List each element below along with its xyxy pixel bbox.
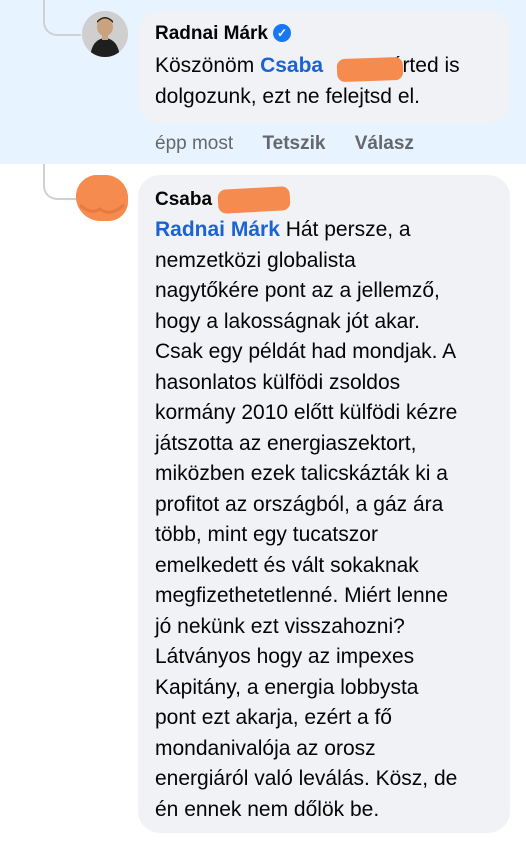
avatar[interactable]	[82, 11, 128, 57]
comment-author-name[interactable]: Csaba	[155, 189, 212, 211]
reply-button[interactable]: Válasz	[355, 133, 414, 154]
verified-badge-icon: ✓	[272, 24, 291, 42]
like-button[interactable]: Tetszik	[262, 133, 325, 154]
reply-author-label[interactable]: Radnai Márk	[155, 23, 268, 44]
reply-mention-link[interactable]: Csaba	[260, 54, 323, 77]
comment-text: Radnai Márk Hát persze, a nemzetközi glo…	[155, 215, 457, 825]
comment-mention-link[interactable]: Radnai Márk	[155, 218, 280, 241]
comment-body: Hát persze, a nemzetközi globalista nagy…	[155, 218, 458, 821]
reply-author-name[interactable]: Radnai Márk ✓	[155, 23, 291, 45]
comment-avatar[interactable]	[76, 175, 128, 221]
thread-line-bottom	[43, 164, 78, 200]
reply-timestamp: épp most	[155, 133, 234, 154]
thread-line-top	[43, 0, 81, 36]
reply-text-before: Köszönöm	[155, 54, 261, 77]
profile-photo-icon	[82, 11, 128, 57]
redaction-mark-reply	[336, 56, 404, 83]
reply-actions: épp most Tetszik Válasz	[155, 133, 438, 155]
reply-text: Köszönöm Csaba, érted is dolgozunk, ezt …	[155, 51, 460, 112]
redaction-mark-author	[217, 186, 291, 214]
avatar-redacted-icon	[76, 175, 128, 221]
